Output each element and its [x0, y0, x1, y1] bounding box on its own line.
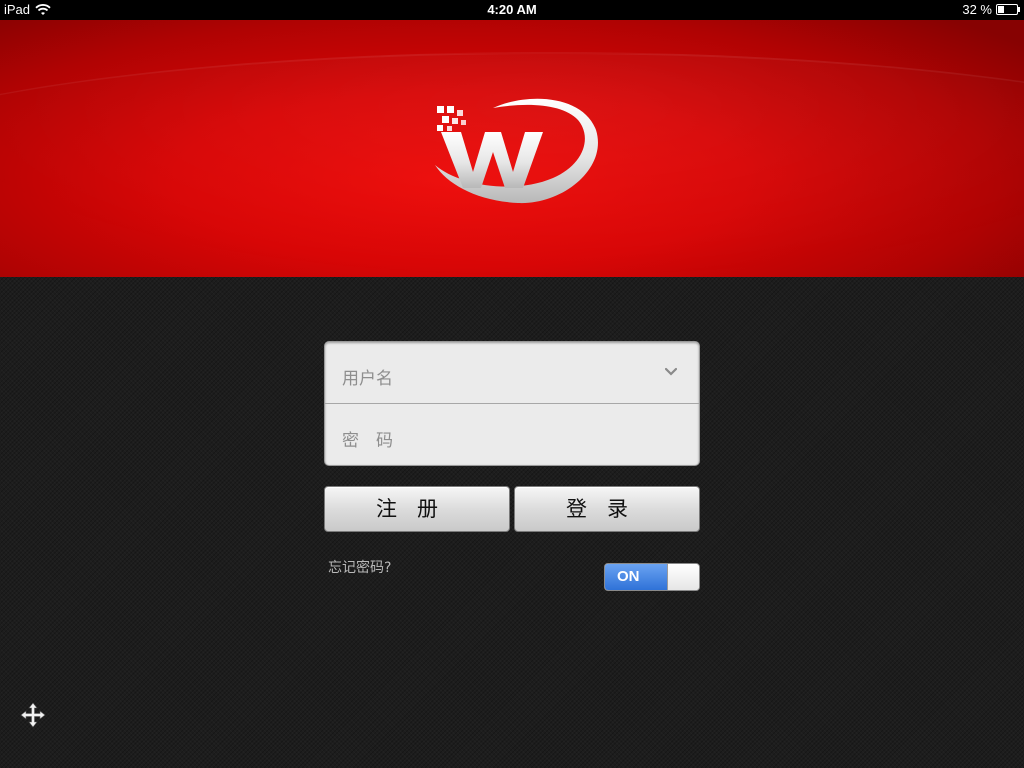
w-logo-icon: [435, 98, 598, 204]
toggle-on-label: ON: [605, 564, 667, 590]
move-icon[interactable]: [20, 702, 46, 728]
remember-toggle[interactable]: ON: [604, 563, 700, 591]
battery-fill: [998, 6, 1004, 13]
password-placeholder: 密 码: [342, 431, 393, 451]
login-button[interactable]: 登录: [514, 486, 700, 532]
status-right: 32 %: [962, 2, 1020, 17]
status-time: 4:20 AM: [487, 2, 537, 17]
chevron-down-icon[interactable]: [665, 366, 677, 378]
login-form: 用户名 密 码: [324, 341, 700, 466]
battery-icon: [996, 4, 1020, 15]
header-banner: [0, 20, 1024, 277]
battery-percent: 32 %: [962, 2, 992, 17]
username-placeholder: 用户名: [342, 369, 393, 389]
forgot-password-link[interactable]: 忘记密码?: [328, 557, 391, 577]
register-button[interactable]: 注册: [324, 486, 510, 532]
username-field[interactable]: 用户名: [325, 342, 699, 404]
password-field[interactable]: 密 码: [325, 404, 699, 465]
toggle-knob[interactable]: [667, 564, 699, 590]
status-bar: iPad 4:20 AM 32 %: [0, 0, 1024, 20]
